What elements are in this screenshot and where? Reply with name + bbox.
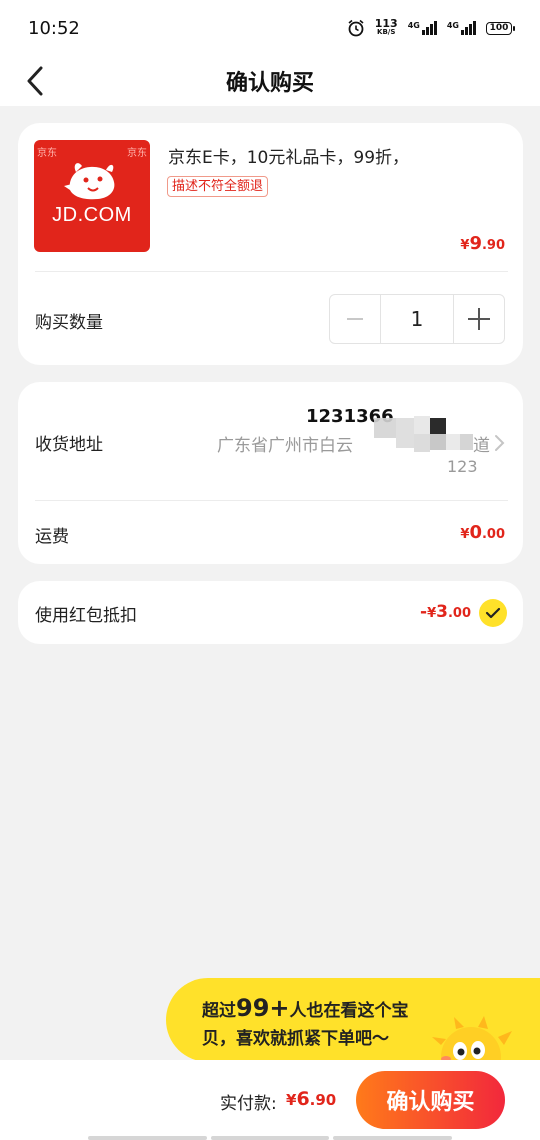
net-speed: 113 KB/S [374, 17, 398, 36]
thumbnail-brand-right: 京东 [127, 148, 147, 159]
nav-bar: 确认购买 [0, 56, 540, 106]
signal-icon-2: 4G [447, 21, 476, 35]
privacy-blur [460, 434, 473, 450]
shipping-fee: ¥0.00 [460, 522, 505, 543]
battery-icon: 100 [486, 21, 515, 35]
privacy-blur [396, 418, 414, 448]
red-packet-amount: -¥3.00 [420, 602, 471, 622]
product-price: ¥9.90 [460, 233, 505, 254]
sun-mascot-icon [432, 1016, 512, 1065]
page-title: 确认购买 [225, 71, 314, 96]
privacy-blur [414, 416, 430, 434]
quantity-value[interactable]: 1 [380, 295, 454, 343]
divider [35, 271, 508, 272]
privacy-blur [446, 434, 460, 450]
product-thumbnail[interactable]: 京东 京东 JD.COM [34, 140, 150, 252]
minus-icon [347, 318, 363, 320]
red-packet-label: 使用红包抵扣 [35, 606, 137, 626]
address-line: 广东省广州市白云 [217, 436, 353, 456]
thumbnail-brand-left: 京东 [37, 148, 57, 159]
refund-tag: 描述不符全额退 [167, 176, 269, 197]
pay-amount: ¥6.90 [286, 1088, 337, 1110]
confirm-purchase-button[interactable]: 确认购买 [356, 1071, 505, 1129]
red-packet-checkbox[interactable] [479, 599, 507, 627]
status-time: 10:52 [28, 17, 80, 39]
plus-icon [468, 308, 490, 330]
privacy-blur [430, 418, 446, 434]
address-line-tail: 道 [473, 436, 490, 456]
shipping-label: 运费 [35, 527, 69, 547]
privacy-blur [430, 434, 446, 450]
address-zip: 123 [447, 457, 478, 476]
address-card: 收货地址 1231366 广东省广州市白云 道 123 运费 ¥0.00 [18, 382, 523, 564]
thumbnail-brand: JD.COM [52, 204, 132, 226]
red-packet-card[interactable]: 使用红包抵扣 -¥3.00 [18, 581, 523, 644]
signal-icon-1: 4G [408, 21, 437, 35]
increase-button[interactable] [454, 295, 504, 343]
address-label: 收货地址 [35, 435, 103, 455]
product-title[interactable]: 京东E卡，10元礼品卡，99折， [168, 143, 409, 168]
quantity-stepper: 1 [329, 294, 505, 344]
divider [35, 500, 508, 501]
decrease-button[interactable] [330, 295, 380, 343]
privacy-blur [414, 434, 430, 452]
product-card: 京东 京东 JD.COM 京东E卡，10元礼品卡，99折， 描述不符全额退 ¥9… [18, 123, 523, 365]
check-icon [485, 607, 501, 619]
jd-mascot-icon [64, 163, 115, 200]
chevron-left-icon[interactable] [20, 64, 54, 98]
status-bar: 10:52 113 KB/S 4G 4G 100 [0, 0, 540, 56]
chevron-right-icon [495, 435, 505, 451]
home-indicator [88, 1136, 453, 1140]
checkout-bar: 实付款: ¥6.90 确认购买 [0, 1060, 540, 1140]
pay-label: 实付款: [220, 1094, 277, 1114]
quantity-label: 购买数量 [35, 313, 103, 333]
alarm-icon [348, 19, 364, 37]
status-icons: 113 KB/S 4G 4G 100 [347, 17, 515, 37]
privacy-blur [374, 418, 396, 438]
